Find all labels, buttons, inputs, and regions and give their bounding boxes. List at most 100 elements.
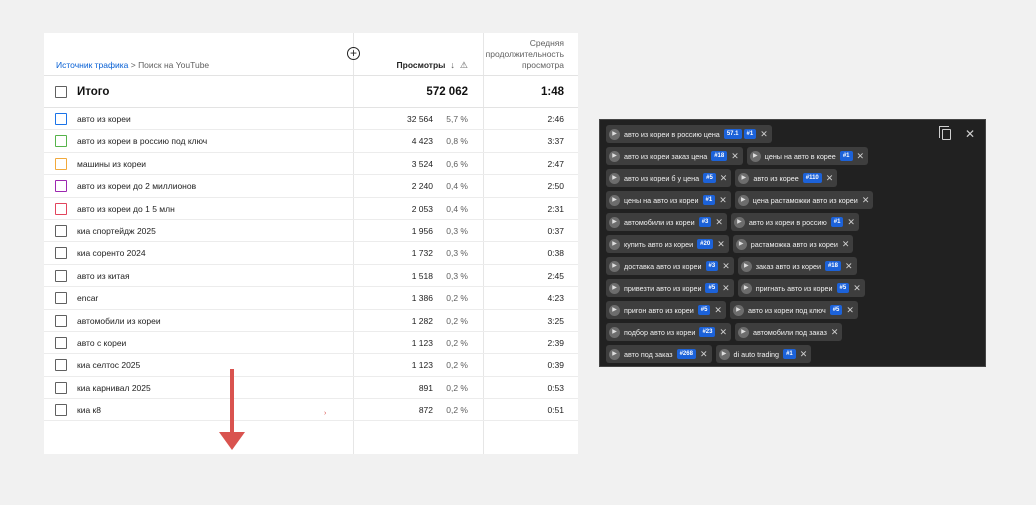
remove-chip-icon[interactable]: ✕ bbox=[700, 349, 708, 360]
remove-chip-icon[interactable]: ✕ bbox=[715, 217, 723, 228]
row-checkbox[interactable] bbox=[55, 202, 67, 215]
remove-chip-icon[interactable]: ✕ bbox=[847, 217, 855, 228]
table-row: авто из китая 1 518 0,3 % 2:45 bbox=[44, 265, 578, 288]
duration-cell: 2:47 bbox=[547, 158, 564, 169]
remove-chip-icon[interactable]: ✕ bbox=[719, 327, 727, 338]
query-cell: киа карнивал 2025 bbox=[77, 382, 151, 393]
remove-chip-icon[interactable]: ✕ bbox=[842, 239, 850, 250]
warning-icon[interactable]: ⚠ bbox=[460, 60, 468, 70]
duration-cell: 2:50 bbox=[547, 181, 564, 192]
row-checkbox[interactable] bbox=[55, 247, 67, 260]
views-cell: 4 423 bbox=[411, 136, 433, 147]
total-label: Итого bbox=[77, 86, 110, 98]
keyword-chip[interactable]: ▶ пригнать авто из кореи #5 ✕ bbox=[737, 279, 865, 297]
query-cell: киа селтос 2025 bbox=[77, 360, 141, 371]
keyword-chip[interactable]: ▶ автомобили под заказ ✕ bbox=[735, 323, 843, 341]
row-checkbox[interactable] bbox=[55, 113, 67, 125]
query-cell: автомобили из кореи bbox=[77, 315, 161, 326]
remove-chip-icon[interactable]: ✕ bbox=[717, 239, 725, 250]
rank-badge: #18 bbox=[824, 261, 841, 271]
keyword-text: автомобили под заказ bbox=[753, 327, 827, 337]
duration-cell: 2:45 bbox=[547, 270, 564, 281]
total-views: 572 062 bbox=[426, 86, 468, 98]
row-checkbox[interactable] bbox=[55, 381, 67, 394]
remove-chip-icon[interactable]: ✕ bbox=[722, 261, 730, 272]
keyword-chip[interactable]: ▶ привезти авто из кореи #5 ✕ bbox=[606, 279, 734, 297]
duration-cell: 3:25 bbox=[547, 315, 564, 326]
views-cell: 891 bbox=[418, 382, 433, 393]
keyword-chip[interactable]: ▶ цены на авто в корее #1 ✕ bbox=[746, 147, 869, 165]
add-metric-button[interactable]: + bbox=[347, 47, 360, 60]
copy-button[interactable] bbox=[938, 126, 951, 140]
query-cell: машины из кореи bbox=[77, 158, 147, 169]
table-row: encar 1 386 0,2 % 4:23 bbox=[44, 287, 578, 310]
percent-cell: 0,3 % bbox=[446, 270, 468, 281]
remove-chip-icon[interactable]: ✕ bbox=[826, 173, 834, 184]
keyword-text: заказ авто из кореи bbox=[755, 261, 821, 271]
keyword-text: авто из корее bbox=[753, 173, 799, 183]
views-column-header[interactable]: Просмотры ↓ ⚠ bbox=[397, 60, 468, 71]
keyword-text: пригон авто из кореи bbox=[624, 305, 694, 315]
remove-chip-icon[interactable]: ✕ bbox=[846, 305, 854, 316]
table-row: автомобили из кореи 1 282 0,2 % 3:25 bbox=[44, 310, 578, 332]
keyword-chip[interactable]: ▶ авто из кореи в россию #1 ✕ bbox=[730, 213, 859, 231]
keyword-text: авто из кореи б у цена bbox=[624, 173, 700, 183]
row-checkbox[interactable] bbox=[55, 224, 67, 237]
remove-chip-icon[interactable]: ✕ bbox=[800, 349, 808, 360]
keyword-chip[interactable]: ▶ автомобили из кореи #3 ✕ bbox=[606, 213, 727, 231]
keyword-chip[interactable]: ▶ авто из кореи заказ цена #18 ✕ bbox=[606, 147, 743, 165]
play-icon: ▶ bbox=[609, 172, 620, 184]
avg-duration-column-header[interactable]: Средняя продолжительность просмотра bbox=[474, 38, 564, 71]
row-checkbox[interactable] bbox=[55, 292, 67, 305]
duration-cell: 0:51 bbox=[547, 405, 564, 416]
rank-badge: #1 bbox=[702, 195, 716, 205]
rank-badge: #110 bbox=[802, 173, 822, 183]
table-row: киа соренто 2024 1 732 0,3 % 0:38 bbox=[44, 242, 578, 265]
row-checkbox[interactable] bbox=[55, 359, 67, 372]
keyword-chip[interactable]: ▶ авто из кореи под ключ #5 ✕ bbox=[729, 301, 858, 319]
breadcrumb-traffic-source-link[interactable]: Источник трафика bbox=[56, 60, 128, 70]
row-checkbox[interactable] bbox=[55, 180, 67, 193]
keyword-chip[interactable]: ▶ растаможка авто из кореи ✕ bbox=[732, 235, 854, 253]
keyword-chip[interactable]: ▶ авто из корее #110 ✕ bbox=[735, 169, 838, 187]
keyword-text: доставка авто из кореи bbox=[624, 261, 702, 271]
remove-chip-icon[interactable]: ✕ bbox=[760, 129, 768, 140]
row-checkbox[interactable] bbox=[55, 269, 67, 282]
keyword-chip[interactable]: ▶ авто из кореи в россию цена 57.1 #1 ✕ bbox=[606, 125, 772, 143]
close-icon[interactable]: ✕ bbox=[965, 128, 975, 140]
breadcrumb-current: Поиск на YouTube bbox=[138, 60, 210, 70]
keyword-chip[interactable]: ▶ авто из кореи б у цена #5 ✕ bbox=[606, 169, 732, 187]
keyword-chip[interactable]: ▶ цена растаможки авто из кореи ✕ bbox=[734, 191, 874, 209]
remove-chip-icon[interactable]: ✕ bbox=[857, 151, 865, 162]
stray-mark: › bbox=[324, 410, 327, 417]
keyword-chip[interactable]: ▶ доставка авто из кореи #3 ✕ bbox=[606, 257, 734, 275]
keyword-text: купить авто из кореи bbox=[624, 239, 694, 249]
remove-chip-icon[interactable]: ✕ bbox=[719, 195, 727, 206]
keyword-chip[interactable]: ▶ заказ авто из кореи #18 ✕ bbox=[737, 257, 857, 275]
row-checkbox[interactable] bbox=[55, 157, 67, 170]
row-checkbox[interactable] bbox=[55, 314, 67, 327]
remove-chip-icon[interactable]: ✕ bbox=[853, 283, 861, 294]
remove-chip-icon[interactable]: ✕ bbox=[845, 261, 853, 272]
views-cell: 32 564 bbox=[407, 114, 433, 124]
keyword-chip[interactable]: ▶ авто под заказ #268 ✕ bbox=[606, 345, 712, 363]
remove-chip-icon[interactable]: ✕ bbox=[714, 305, 722, 316]
row-checkbox[interactable] bbox=[55, 404, 67, 417]
sort-down-arrow-icon[interactable]: ↓ bbox=[450, 60, 455, 70]
keyword-chip[interactable]: ▶ пригон авто из кореи #5 ✕ bbox=[606, 301, 726, 319]
keyword-chip[interactable]: ▶ подбор авто из кореи #23 ✕ bbox=[606, 323, 731, 341]
remove-chip-icon[interactable]: ✕ bbox=[720, 173, 728, 184]
row-checkbox[interactable] bbox=[55, 336, 67, 349]
traffic-table-panel: Источник трафика > Поиск на YouTube + Пр… bbox=[44, 33, 578, 454]
percent-cell: 0,3 % bbox=[446, 225, 468, 236]
keyword-chip[interactable]: ▶ цены на авто из кореи #1 ✕ bbox=[606, 191, 731, 209]
total-checkbox[interactable] bbox=[55, 86, 67, 98]
keyword-chip[interactable]: ▶ купить авто из кореи #20 ✕ bbox=[606, 235, 729, 253]
row-checkbox[interactable] bbox=[55, 135, 67, 148]
remove-chip-icon[interactable]: ✕ bbox=[731, 151, 739, 162]
remove-chip-icon[interactable]: ✕ bbox=[831, 327, 839, 338]
keyword-chip[interactable]: ▶ di auto trading #1 ✕ bbox=[715, 345, 812, 363]
table-header: Источник трафика > Поиск на YouTube + Пр… bbox=[44, 33, 578, 76]
remove-chip-icon[interactable]: ✕ bbox=[722, 283, 730, 294]
remove-chip-icon[interactable]: ✕ bbox=[862, 195, 870, 206]
